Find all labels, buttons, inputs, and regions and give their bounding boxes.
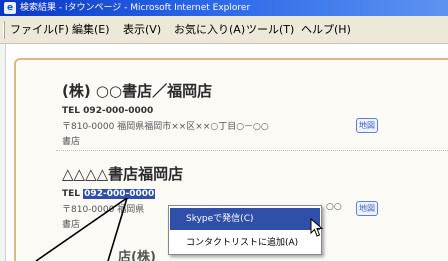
context-menu-item-add-contact[interactable]: コンタクトリストに追加(A) — [170, 232, 320, 254]
callout-pointer — [35, 198, 128, 261]
map-button[interactable]: 地図 — [356, 201, 378, 216]
listing-address: 〒810-0000 福岡県福岡市××区××○丁目○－○○ — [62, 122, 269, 132]
mouse-cursor-icon — [310, 218, 324, 237]
listing-category: 書店 — [62, 137, 81, 147]
menu-edit[interactable]: 編集(E) — [72, 16, 110, 44]
menu-tools[interactable]: ツール(T) — [246, 16, 294, 44]
tel-number[interactable]: 092-000-0000 — [83, 106, 153, 116]
listing-name[interactable]: △△△△書店福岡店 — [62, 163, 183, 184]
listing-divider — [56, 150, 448, 151]
window-title: 検索結果 - iタウンページ - Microsoft Internet Expl… — [20, 3, 251, 13]
internet-explorer-icon: e — [4, 2, 16, 14]
context-menu-item-skype-call[interactable]: Skypeで発信(C) — [170, 208, 320, 230]
tel-label: TEL — [62, 106, 81, 116]
map-button[interactable]: 地図 — [356, 118, 378, 133]
menu-view[interactable]: 表示(V) — [123, 16, 161, 44]
context-menu: Skypeで発信(C) コンタクトリストに追加(A) — [168, 205, 322, 255]
listing-address-tail: ○○ — [326, 202, 342, 212]
window-title-bar: e 検索結果 - iタウンページ - Microsoft Internet Ex… — [0, 0, 448, 16]
listing-tel: TEL 092-000-0000 — [62, 106, 153, 116]
menu-help[interactable]: ヘルプ(H) — [301, 16, 351, 44]
listing-name[interactable]: (株) ○○書店／福岡店 — [62, 80, 212, 101]
menu-file[interactable]: ファイル(F) — [10, 16, 69, 44]
toolbar-grip[interactable] — [3, 21, 5, 39]
menu-favorites[interactable]: お気に入り(A) — [174, 16, 245, 44]
menu-bar: ファイル(F) 編集(E) 表示(V) お気に入り(A) ツール(T) ヘルプ(… — [0, 16, 448, 44]
